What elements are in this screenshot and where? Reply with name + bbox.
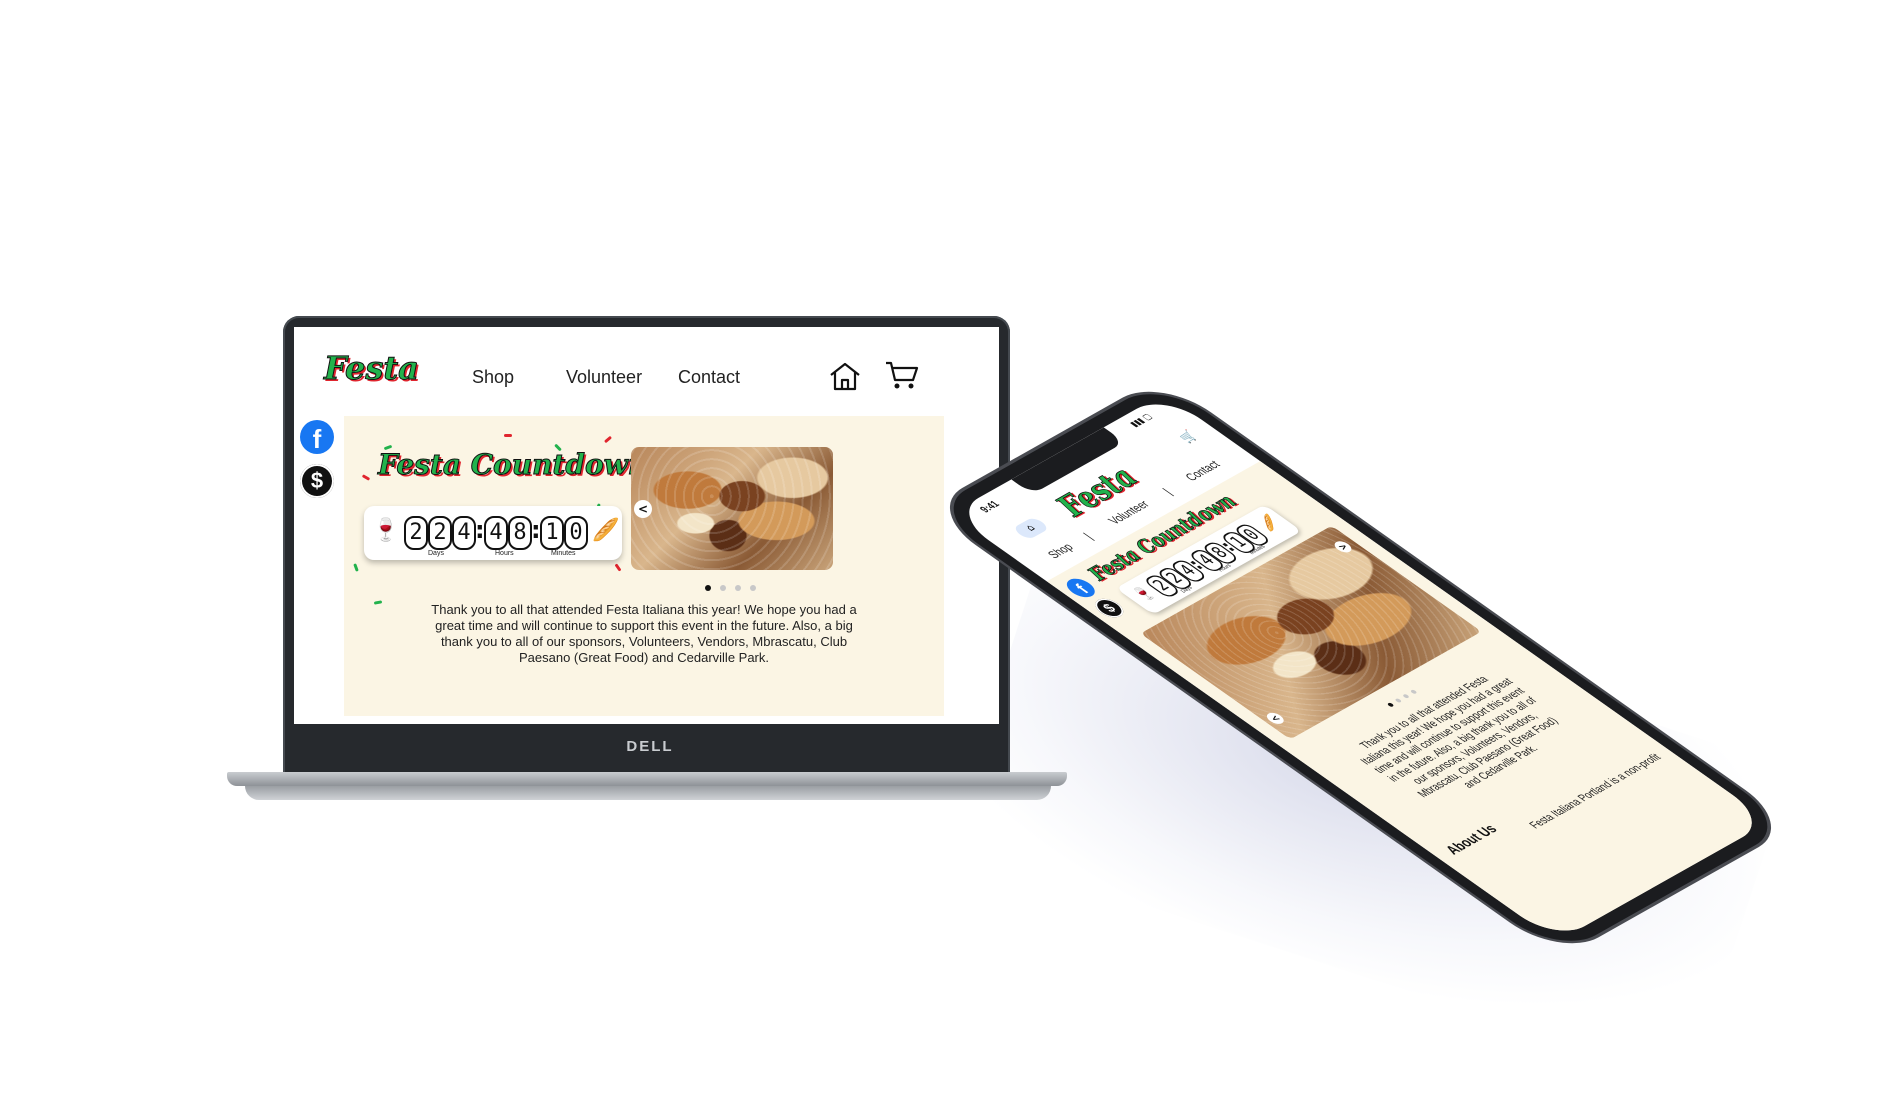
carousel-dot-3[interactable] [1402, 693, 1410, 699]
laptop-screen: Festa Shop Volunteer Contact f $ Festa C… [294, 327, 999, 724]
carousel-dot-1[interactable] [705, 585, 711, 591]
digit: 1 [540, 516, 564, 550]
thank-you-message: Thank you to all that attended Festa Ita… [364, 602, 924, 666]
home-icon[interactable]: ⌂ [1011, 516, 1051, 541]
carousel-prev-button[interactable]: < [634, 500, 652, 518]
dell-logo: DELL [626, 738, 674, 755]
laptop-base [227, 772, 1067, 786]
days-label: Days [428, 550, 444, 557]
hero-section: Festa Countdown 🍷 2 2 4 : 4 8 : 1 0 🥖 Da… [344, 416, 944, 716]
thank-you-line: thank you to all of our sponsors, Volunt… [440, 634, 848, 649]
digit: 2 [404, 516, 428, 550]
nav-volunteer[interactable]: Volunteer [566, 367, 642, 388]
bread-icon: 🥖 [592, 518, 620, 543]
hours-label: Hours [495, 550, 514, 557]
minutes-label: Minutes [551, 550, 576, 557]
thank-you-line: Paesano (Great Food) and Cedarville Park… [518, 650, 769, 665]
digit: 0 [564, 516, 588, 550]
carousel-dot-4[interactable] [1409, 689, 1418, 695]
nav-shop[interactable]: Shop [472, 367, 514, 388]
carousel-dot-2[interactable] [720, 585, 726, 591]
nav-contact[interactable]: Contact [1182, 458, 1223, 483]
donate-dollar-icon[interactable]: $ [300, 464, 334, 498]
digit: 4 [484, 516, 508, 550]
wine-glass-icon: 🍷 [372, 518, 400, 543]
carousel-dot-4[interactable] [750, 585, 756, 591]
carousel-dot-1[interactable] [1386, 702, 1395, 708]
digit: 8 [508, 516, 532, 550]
countdown-title: Festa Countdown [377, 448, 649, 482]
nav-divider: | [1159, 485, 1176, 498]
carousel-dot-2[interactable] [1394, 697, 1403, 704]
cart-icon[interactable]: 🛒 [1175, 428, 1200, 444]
nav-divider: | [1080, 530, 1097, 542]
countdown-timer: 🍷 2 2 4 : 4 8 : 1 0 🥖 Days Hours Minutes [364, 506, 622, 560]
thank-you-line: Thank you to all that attended Festa Ita… [431, 602, 857, 617]
digit: 4 [452, 516, 476, 550]
signal-battery-icon: ▮▮▮ ▢ [1127, 411, 1155, 429]
festa-logo[interactable]: Festa [324, 349, 420, 388]
laptop-base-lip [245, 786, 1051, 800]
nav-shop[interactable]: Shop [1045, 541, 1077, 561]
digit: 2 [428, 516, 452, 550]
carousel-dot-3[interactable] [735, 585, 741, 591]
home-icon[interactable] [828, 361, 862, 391]
cannoli-photo [631, 447, 833, 570]
cart-icon[interactable] [884, 359, 920, 391]
nav-contact[interactable]: Contact [678, 367, 740, 388]
facebook-icon[interactable]: f [300, 420, 334, 454]
thank-you-line: great time and will continue to support … [435, 618, 853, 633]
status-time: 9:41 [976, 498, 1003, 515]
